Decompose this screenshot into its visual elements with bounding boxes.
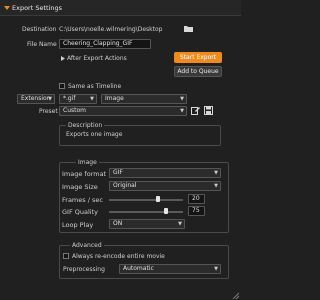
add-to-queue-button[interactable]: Add to Queue [174,66,222,77]
edit-icon[interactable] [191,106,200,115]
save-icon[interactable] [204,106,213,115]
fps-slider[interactable] [109,199,183,201]
preprocessing-value: Automatic [123,265,154,272]
destination-label: Destination [22,26,57,33]
panel-title: Export Settings [12,4,63,12]
preset-select-value: Custom [63,107,86,114]
image-size-select[interactable]: Original ▼ [109,181,221,191]
reencode-label: Always re-encode entire movie [72,253,165,260]
preset-label: Preset [39,108,58,115]
file-name-label: File Name [27,41,57,48]
fps-label: Frames / sec [62,196,103,204]
gif-quality-label: GIF Quality [62,208,98,216]
chevron-down-icon: ▼ [178,221,182,227]
preset-select[interactable]: Custom ▼ [59,106,187,116]
loop-play-label: Loop Play [62,221,94,229]
start-export-button[interactable]: Start Export [174,52,222,63]
chevron-down-icon: ▼ [214,183,218,189]
chevron-down-icon: ▼ [214,170,218,176]
preprocessing-label: Preprocessing [63,266,105,273]
fps-slider-handle[interactable] [156,196,160,202]
gif-quality-slider-handle[interactable] [164,208,168,214]
description-title: Description [66,122,105,129]
image-size-label: Image Size [62,183,98,191]
image-size-value: Original [113,182,137,189]
image-group-title: Image [76,159,99,166]
mode-select[interactable]: Extension ▼ [17,94,55,104]
chevron-down-icon: ▼ [214,266,218,272]
loop-play-select[interactable]: ON ▼ [109,219,185,229]
mode-select-value: Extension [21,95,51,102]
same-as-timeline-checkbox[interactable] [59,83,65,89]
folder-icon[interactable] [184,25,193,32]
gif-quality-slider[interactable] [109,211,183,213]
same-as-timeline-label: Same as Timeline [68,83,122,90]
image-format-label: Image format [62,170,107,178]
collapse-icon[interactable] [4,5,10,11]
chevron-down-icon: ▼ [90,96,94,102]
extension-select[interactable]: *.gif ▼ [59,94,97,104]
reencode-checkbox[interactable] [63,253,69,259]
image-format-select[interactable]: GIF ▼ [109,168,221,178]
chevron-down-icon: ▼ [180,96,184,102]
description-text: Exports one image [66,131,123,138]
image-format-value: GIF [113,169,123,176]
loop-play-value: ON [113,220,123,227]
advanced-group-title: Advanced [70,242,104,249]
chevron-down-icon: ▼ [48,96,52,102]
after-export-label[interactable]: After Export Actions [67,55,127,62]
expand-arrow-icon[interactable] [61,56,65,61]
type-select-value: Image [105,95,124,102]
gif-quality-input[interactable]: 75 [188,206,205,216]
preprocessing-select[interactable]: Automatic ▼ [119,264,221,274]
resize-grip-icon[interactable] [232,292,239,299]
fps-input[interactable]: 20 [188,194,205,204]
extension-select-value: *.gif [63,95,76,102]
type-select[interactable]: Image ▼ [101,94,187,104]
file-name-input[interactable]: Cheering_Clapping_GIF [59,39,151,49]
destination-path: C:\Users\noelle.wilmering\Desktop [59,26,163,33]
chevron-down-icon: ▼ [180,108,184,114]
